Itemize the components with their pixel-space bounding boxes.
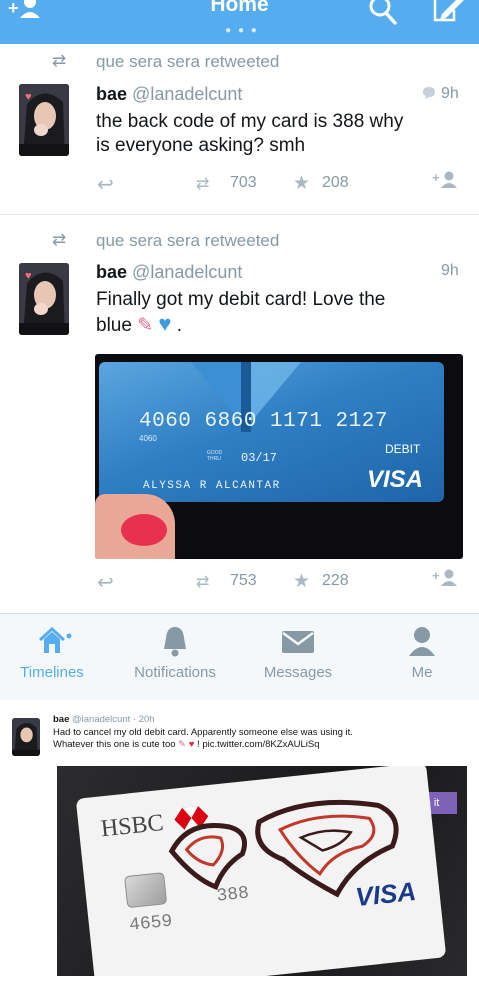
bottom-tab-bar: Timelines Notifications Messages Me <box>0 613 479 700</box>
username-timestamp: @lanadelcunt · 20h <box>72 714 155 725</box>
chip <box>124 872 168 909</box>
retweet-context: que sera sera retweeted <box>96 231 280 250</box>
compose-icon[interactable] <box>432 0 466 28</box>
red-heart-emoji-icon: ♥ <box>188 739 195 750</box>
hsbc-card: HSBC 4659 388 VISA <box>75 766 447 976</box>
author[interactable]: bae @lanadelcunt · 20h <box>53 714 155 726</box>
svg-text:+: + <box>432 170 440 185</box>
tweet-text: the back code of my card is 388 why is e… <box>96 111 404 156</box>
top-navigation-bar: + Home ● ● ● <box>0 0 479 44</box>
retweet-icon: ⇄ <box>52 230 67 249</box>
display-name[interactable]: bae <box>96 84 127 104</box>
display-name[interactable]: bae <box>96 262 127 282</box>
visa-logo: VISA <box>367 466 424 493</box>
page-title: Home <box>210 0 269 16</box>
card-number-fragment: 4659 <box>128 911 174 936</box>
favorite-count: 208 <box>322 174 349 191</box>
retweet-button[interactable]: ⇄ <box>196 174 209 194</box>
tweet-text: Finally got my debit card! Love the blue… <box>96 289 386 336</box>
tab-label: Notifications <box>134 664 216 681</box>
retweet-count: 703 <box>230 174 257 191</box>
retweet-count: 753 <box>230 572 257 589</box>
reply-icon[interactable]: ↩ <box>97 570 114 595</box>
retweet-context: que sera sera retweeted <box>96 52 280 71</box>
tab-messages[interactable]: Messages <box>250 614 346 700</box>
tab-timelines[interactable]: Timelines <box>0 614 104 700</box>
card-expiry: 03/17 <box>241 451 278 465</box>
favorite-count: 228 <box>322 572 349 589</box>
favorite-icon[interactable]: ★ <box>293 570 310 593</box>
username[interactable]: @lanadelcunt <box>132 84 242 104</box>
card-holder: ALYSSA R ALCANTAR <box>143 480 281 492</box>
follow-icon[interactable]: + <box>432 568 460 595</box>
tweet[interactable]: ⇄ que sera sera retweeted ♥ bae @lanadel… <box>0 220 479 610</box>
tweet-photo[interactable]: 4060 6860 1171 2127 4060 GOOD THRU 03/17… <box>95 354 463 559</box>
tab-label: Messages <box>263 664 333 681</box>
bell-icon <box>164 627 186 657</box>
nail-polish-emoji-icon: ✎ <box>137 315 154 336</box>
reply-icon[interactable]: ↩ <box>97 172 114 197</box>
author[interactable]: bae @lanadelcunt <box>96 262 242 283</box>
divider <box>0 214 479 215</box>
retweet-icon: ⇄ <box>52 51 67 70</box>
visa-logo: VISA <box>353 875 418 913</box>
retweet-button[interactable]: ⇄ <box>196 572 209 592</box>
card-number: 4060 6860 1171 2127 <box>139 410 388 433</box>
display-name[interactable]: bae <box>53 714 69 725</box>
username[interactable]: @lanadelcunt <box>132 262 242 282</box>
good-thru-label: GOOD THRU <box>207 450 223 462</box>
tweet-text: Had to cancel my old debit card. Apparen… <box>53 727 353 750</box>
timestamp: 9h <box>441 85 459 102</box>
tweet[interactable]: bae @lanadelcunt · 20h Had to cancel my … <box>0 700 479 982</box>
emoji-icon: ✎ <box>178 739 187 750</box>
blue-heart-emoji-icon: ♥ <box>158 311 172 336</box>
tweet[interactable]: ⇄ que sera sera retweeted ♥ bae @lanadel… <box>0 44 479 212</box>
thumbnail-nail <box>121 514 167 546</box>
timestamp: 9h <box>441 262 459 279</box>
tab-label: Timelines <box>20 664 84 681</box>
avatar[interactable]: ♥ <box>19 263 69 335</box>
tab-me[interactable]: Me <box>390 614 454 700</box>
person-icon <box>409 627 435 656</box>
tab-label: Me <box>411 664 433 681</box>
card-small-number: 4060 <box>139 434 157 443</box>
avatar[interactable]: ♥ <box>19 84 69 156</box>
svg-text:♥: ♥ <box>25 270 32 282</box>
favorite-icon[interactable]: ★ <box>293 172 310 195</box>
author[interactable]: bae @lanadelcunt <box>96 84 242 105</box>
home-icon <box>38 626 72 653</box>
debit-card: 4060 6860 1171 2127 4060 GOOD THRU 03/17… <box>99 362 444 502</box>
tab-notifications[interactable]: Notifications <box>120 614 230 700</box>
card-cvv-fragment: 388 <box>215 883 250 907</box>
envelope-icon <box>282 631 314 653</box>
card-type: DEBIT <box>385 442 421 456</box>
svg-text:♥: ♥ <box>25 91 32 103</box>
speech-bubble-icon <box>422 86 436 100</box>
page-indicator: ● ● ● <box>225 25 259 36</box>
search-icon[interactable] <box>368 0 398 28</box>
avatar[interactable] <box>12 718 40 756</box>
tweet-photo[interactable]: e it HSBC 4659 388 VISA <box>57 766 467 976</box>
follow-icon[interactable]: + <box>432 170 460 197</box>
svg-text:+: + <box>432 568 440 583</box>
